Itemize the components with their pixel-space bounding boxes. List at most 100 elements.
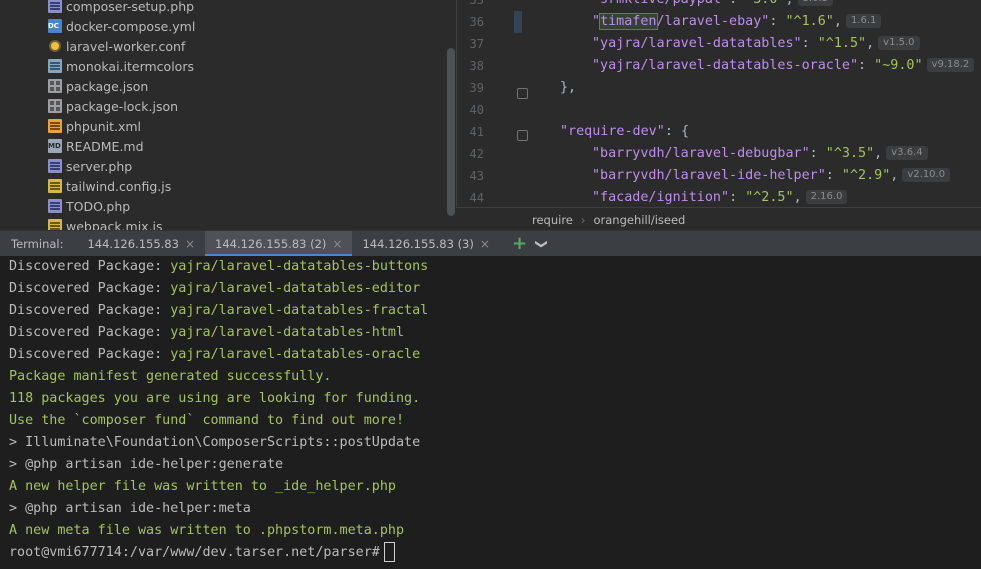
fold-marker-icon[interactable] [517,88,528,99]
code-line[interactable]: "barryvdh/laravel-ide-helper": "^2.9", v2… [592,165,951,187]
line-number: 39 [469,81,484,95]
code-line[interactable]: "require-dev": { [560,121,689,143]
terminal-tab-label: 144.126.155.83 [87,236,179,251]
close-icon[interactable]: × [185,237,195,251]
json-value: "^1.5" [817,36,867,51]
code-line[interactable]: "srmklive/paypal": "3.0",3.0.3 [592,0,834,11]
current-line-marker [514,11,522,33]
terminal-highlight-text: Package manifest generated successfully. [9,369,332,384]
terminal-highlight-text: A new meta file was written to .phpstorm… [9,523,405,538]
file-tree-item[interactable]: TODO.php [48,196,130,216]
file-tree-item[interactable]: package-lock.json [48,96,178,116]
json-punctuation: , [890,168,899,183]
terminal-line: > @php artisan ide-helper:meta [9,498,251,520]
terminal-highlight-text: Use the `composer fund` command to find … [9,413,405,428]
close-icon[interactable]: × [332,237,342,251]
file-tree-item[interactable]: webpack.mix.js [48,216,163,230]
code-line[interactable]: }, [560,77,576,99]
file-tree-item[interactable]: composer-setup.php [48,0,194,16]
json-punctuation: , [874,146,883,161]
terminal-cursor[interactable] [383,542,395,562]
terminal-tab[interactable]: 144.126.155.83 (3) × [352,231,499,256]
file-tree-item[interactable]: tailwind.config.js [48,176,171,196]
breadcrumb-separator-icon: › [580,212,586,227]
json-key: "require-dev" [560,124,665,139]
file-name-label: tailwind.config.js [66,178,172,194]
json-colon: : [664,124,681,139]
json-key: "yajra/laravel-datatables-oracle" [592,58,859,73]
breadcrumb-item-iseed[interactable]: orangehill/iseed [594,213,686,227]
json-key: /laravel-ebay" [656,14,770,29]
terminal-output[interactable]: Discovered Package: yajra/laravel-datata… [0,256,981,569]
file-tree-item[interactable]: server.php [48,156,132,176]
line-number: 41 [469,125,484,139]
js-file-icon [48,219,62,230]
code-line[interactable]: "yajra/laravel-datatables-oracle": "~9.0… [592,55,975,77]
version-hint-badge: v3.6.4 [886,146,928,160]
line-number: 40 [469,103,484,117]
terminal-highlight-text: yajra/laravel-datatables-fractal [170,303,429,318]
line-number: 35 [469,0,484,7]
php-file-icon [48,159,62,173]
file-tree-item[interactable]: package.json [48,76,148,96]
json-value: "^2.9" [841,168,891,183]
json-colon: : [801,36,818,51]
highlighted-word: timafen [599,13,658,30]
file-tree-item[interactable]: docker-compose.yml [48,16,195,36]
version-hint-badge: v9.18.2 [926,58,975,72]
json-punctuation: , [793,190,802,205]
terminal-text: > Illuminate\Foundation\ComposerScripts:… [9,435,421,450]
version-hint-badge: v2.10.0 [902,168,951,182]
file-tree-scrollbar[interactable] [446,0,456,230]
file-name-label: monokai.itermcolors [66,58,194,74]
markdown-file-icon [48,139,62,153]
code-line[interactable]: "barryvdh/laravel-debugbar": "^3.5", v3.6… [592,143,928,165]
terminal-line: > Illuminate\Foundation\ComposerScripts:… [9,432,420,454]
terminal-tab[interactable]: 144.126.155.83 × [77,231,205,256]
terminal-highlight-text: 118 packages you are using are looking f… [9,391,421,406]
file-tree-item[interactable]: phpunit.xml [48,116,141,136]
terminal-line: Package manifest generated successfully. [9,366,331,388]
terminal-tab[interactable]: 144.126.155.83 (2) × [205,231,353,256]
json-value: "3.0" [745,0,785,7]
code-line[interactable]: "yajra/laravel-datatables": "^1.5", v1.5.… [592,33,920,55]
code-line[interactable]: "timafen/laravel-ebay": "^1.6", 1.6.1 [592,11,882,33]
text-file-icon [48,59,62,73]
breadcrumb-item-require[interactable]: require [532,213,573,227]
line-number: 36 [469,15,484,29]
json-colon: : [729,0,745,7]
json-colon: : [769,14,786,29]
terminal-line: Discovered Package: yajra/laravel-datata… [9,278,420,300]
file-name-label: webpack.mix.js [66,218,163,231]
json-value: "^1.6" [785,14,834,29]
terminal-line: Discovered Package: yajra/laravel-datata… [9,322,404,344]
terminal-prompt-line[interactable]: root@vmi677714:/var/www/dev.tarser.net/p… [9,542,395,564]
terminal-text: Discovered Package: [9,325,171,340]
config-sun-icon [48,39,62,53]
file-name-label: docker-compose.yml [66,18,196,34]
file-name-label: package-lock.json [66,98,179,114]
project-file-tree[interactable]: composer-setup.php docker-compose.yml lara… [0,0,446,230]
json-key: "barryvdh/laravel-ide-helper" [592,168,826,183]
json-colon: : [825,168,842,183]
json-colon: : [809,146,826,161]
file-name-label: composer-setup.php [66,0,195,14]
editor-breadcrumb: require › orangehill/iseed [456,207,981,231]
file-tree-item[interactable]: README.md [48,136,144,156]
terminal-line: Discovered Package: yajra/laravel-datata… [9,256,428,278]
terminal-tab-label: 144.126.155.83 (2) [215,236,327,251]
file-tree-scrollbar-thumb[interactable] [447,48,455,216]
new-terminal-plus-icon[interactable]: + [512,234,527,253]
terminal-line: Use the `composer fund` command to find … [9,410,404,432]
terminal-line: Discovered Package: yajra/laravel-datata… [9,344,420,366]
file-tree-item[interactable]: laravel-worker.conf [48,36,185,56]
line-number: 44 [469,191,484,205]
json-key: "srmklive/paypal" [592,0,729,7]
fold-marker-icon[interactable] [517,130,528,141]
terminal-highlight-text: yajra/laravel-datatables-html [170,325,405,340]
terminal-options-chevron-icon[interactable]: ❯ [535,238,549,248]
close-icon[interactable]: × [480,237,490,251]
file-tree-item[interactable]: monokai.itermcolors [48,56,194,76]
json-colon: : [729,190,746,205]
code-line[interactable]: "facade/ignition": "^2.5", 2.16.0 [592,187,848,209]
